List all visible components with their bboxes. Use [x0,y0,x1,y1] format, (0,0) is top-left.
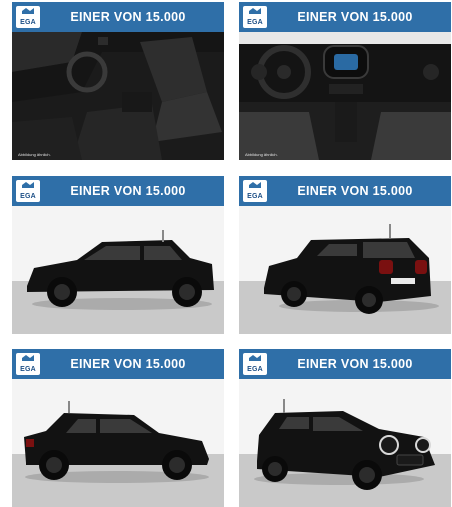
car-side-photo [12,379,224,507]
interior-dashboard-photo [239,32,451,160]
image-caption: Abbildung ähnlich. [245,152,278,157]
image-caption: Abbildung ähnlich. [18,152,51,157]
promo-banner: EGA EINER VON 15.000 [12,349,224,379]
logo-text: EGA [20,193,36,200]
ega-logo: EGA [16,353,40,375]
banner-title: EINER VON 15.000 [297,10,413,24]
promo-banner: EGA EINER VON 15.000 [239,349,451,379]
banner-title: EINER VON 15.000 [70,184,186,198]
image-gallery-grid: EGA EINER VON 15.000 Abbildung ähnlich. … [0,0,452,507]
promo-banner: EGA EINER VON 15.000 [12,176,224,206]
ega-logo-mark-icon [22,355,34,361]
promo-banner: EGA EINER VON 15.000 [12,2,224,32]
ega-logo: EGA [243,180,267,202]
ega-logo: EGA [243,6,267,28]
banner-title: EINER VON 15.000 [70,357,186,371]
car-front-photo [239,379,451,507]
ega-logo-mark-icon [249,182,261,188]
banner-title: EINER VON 15.000 [70,10,186,24]
gallery-thumbnail-2[interactable]: EGA EINER VON 15.000 Abbildung ähnlich. [239,2,451,160]
promo-banner: EGA EINER VON 15.000 [239,176,451,206]
ega-logo-mark-icon [22,182,34,188]
banner-title: EINER VON 15.000 [297,184,413,198]
ega-logo: EGA [16,6,40,28]
promo-banner: EGA EINER VON 15.000 [239,2,451,32]
ega-logo: EGA [243,353,267,375]
gallery-thumbnail-3[interactable]: EGA EINER VON 15.000 [12,176,224,334]
gallery-thumbnail-6[interactable]: EGA EINER VON 15.000 [239,349,451,507]
interior-seats-photo [12,32,224,160]
logo-text: EGA [247,19,263,26]
gallery-thumbnail-4[interactable]: EGA EINER VON 15.000 [239,176,451,334]
logo-text: EGA [20,19,36,26]
ega-logo-mark-icon [249,355,261,361]
gallery-thumbnail-1[interactable]: EGA EINER VON 15.000 Abbildung ähnlich. [12,2,224,160]
ega-logo-mark-icon [249,8,261,14]
ega-logo: EGA [16,180,40,202]
ega-logo-mark-icon [22,8,34,14]
car-side-photo [12,206,224,334]
car-rear-photo [239,206,451,334]
logo-text: EGA [20,366,36,373]
logo-text: EGA [247,366,263,373]
gallery-thumbnail-5[interactable]: EGA EINER VON 15.000 [12,349,224,507]
banner-title: EINER VON 15.000 [297,357,413,371]
logo-text: EGA [247,193,263,200]
